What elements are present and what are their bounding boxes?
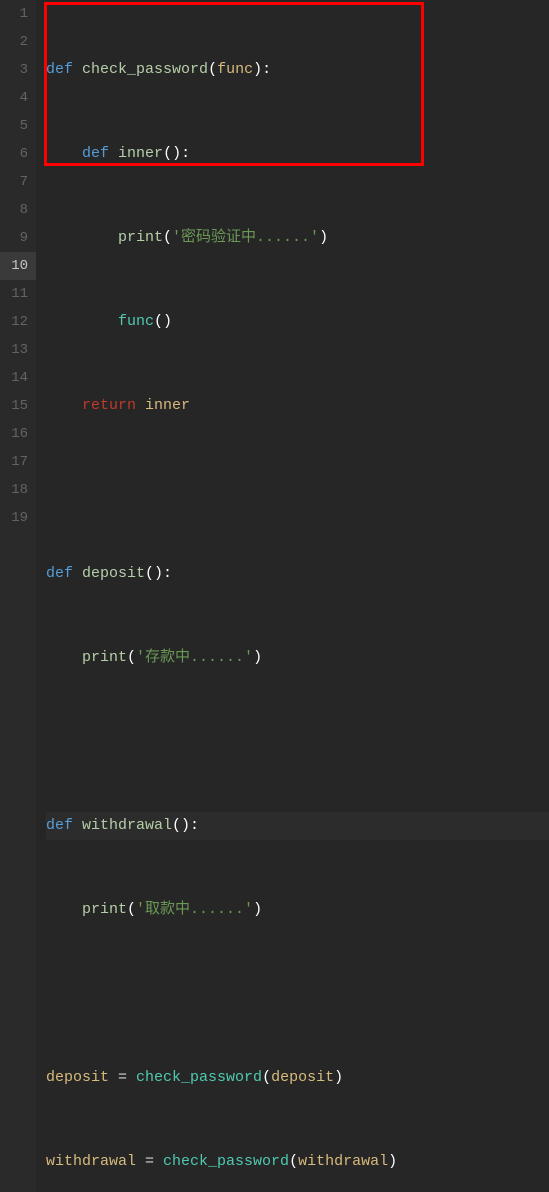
function-name: withdrawal bbox=[82, 817, 172, 834]
builtin-print: print bbox=[82, 649, 127, 666]
line-number: 5 bbox=[6, 112, 28, 140]
code-line[interactable] bbox=[46, 980, 549, 1008]
code-line[interactable]: print('存款中......') bbox=[46, 644, 549, 672]
builtin-print: print bbox=[82, 901, 127, 918]
keyword-def: def bbox=[46, 61, 73, 78]
line-number-gutter: 1 2 3 4 5 6 7 8 9 10 11 12 13 14 15 16 1… bbox=[0, 0, 36, 1192]
keyword-def: def bbox=[82, 145, 109, 162]
code-line[interactable]: print('密码验证中......') bbox=[46, 224, 549, 252]
line-number: 18 bbox=[6, 476, 28, 504]
identifier: inner bbox=[145, 397, 190, 414]
identifier: deposit bbox=[46, 1069, 109, 1086]
code-line[interactable]: def inner(): bbox=[46, 140, 549, 168]
builtin-print: print bbox=[118, 229, 163, 246]
argument: deposit bbox=[271, 1069, 334, 1086]
function-call: func bbox=[118, 313, 154, 330]
line-number: 11 bbox=[6, 280, 28, 308]
string-literal: '取款中......' bbox=[136, 901, 253, 918]
code-line[interactable]: def check_password(func): bbox=[46, 56, 549, 84]
line-number: 17 bbox=[6, 448, 28, 476]
function-name: deposit bbox=[82, 565, 145, 582]
code-line[interactable] bbox=[46, 728, 549, 756]
function-call: check_password bbox=[163, 1153, 289, 1170]
line-number-active: 10 bbox=[0, 252, 36, 280]
code-line[interactable]: return inner bbox=[46, 392, 549, 420]
code-line-active[interactable]: def withdrawal(): bbox=[46, 812, 549, 840]
code-line[interactable]: def deposit(): bbox=[46, 560, 549, 588]
line-number: 6 bbox=[6, 140, 28, 168]
line-number: 14 bbox=[6, 364, 28, 392]
code-line[interactable]: withdrawal = check_password(withdrawal) bbox=[46, 1148, 549, 1176]
line-number: 16 bbox=[6, 420, 28, 448]
line-number: 3 bbox=[6, 56, 28, 84]
keyword-def: def bbox=[46, 565, 73, 582]
line-number: 1 bbox=[6, 0, 28, 28]
keyword-def: def bbox=[46, 817, 73, 834]
line-number: 15 bbox=[6, 392, 28, 420]
code-line[interactable] bbox=[46, 476, 549, 504]
line-number: 9 bbox=[6, 224, 28, 252]
line-number: 2 bbox=[6, 28, 28, 56]
parameter: func bbox=[217, 61, 253, 78]
function-name: check_password bbox=[82, 61, 208, 78]
function-name: inner bbox=[118, 145, 163, 162]
line-number: 19 bbox=[6, 504, 28, 532]
line-number: 8 bbox=[6, 196, 28, 224]
function-call: check_password bbox=[136, 1069, 262, 1086]
code-line[interactable]: func() bbox=[46, 308, 549, 336]
argument: withdrawal bbox=[298, 1153, 388, 1170]
string-literal: '存款中......' bbox=[136, 649, 253, 666]
code-line[interactable]: print('取款中......') bbox=[46, 896, 549, 924]
code-editor: 1 2 3 4 5 6 7 8 9 10 11 12 13 14 15 16 1… bbox=[0, 0, 549, 1192]
line-number: 4 bbox=[6, 84, 28, 112]
code-line[interactable]: deposit = check_password(deposit) bbox=[46, 1064, 549, 1092]
line-number: 12 bbox=[6, 308, 28, 336]
code-area[interactable]: 1 2 3 4 5 6 7 8 9 10 11 12 13 14 15 16 1… bbox=[0, 0, 549, 1192]
identifier: withdrawal bbox=[46, 1153, 136, 1170]
keyword-return: return bbox=[82, 397, 136, 414]
string-literal: '密码验证中......' bbox=[172, 229, 319, 246]
code-content[interactable]: def check_password(func): def inner(): p… bbox=[36, 0, 549, 1192]
line-number: 7 bbox=[6, 168, 28, 196]
line-number: 13 bbox=[6, 336, 28, 364]
